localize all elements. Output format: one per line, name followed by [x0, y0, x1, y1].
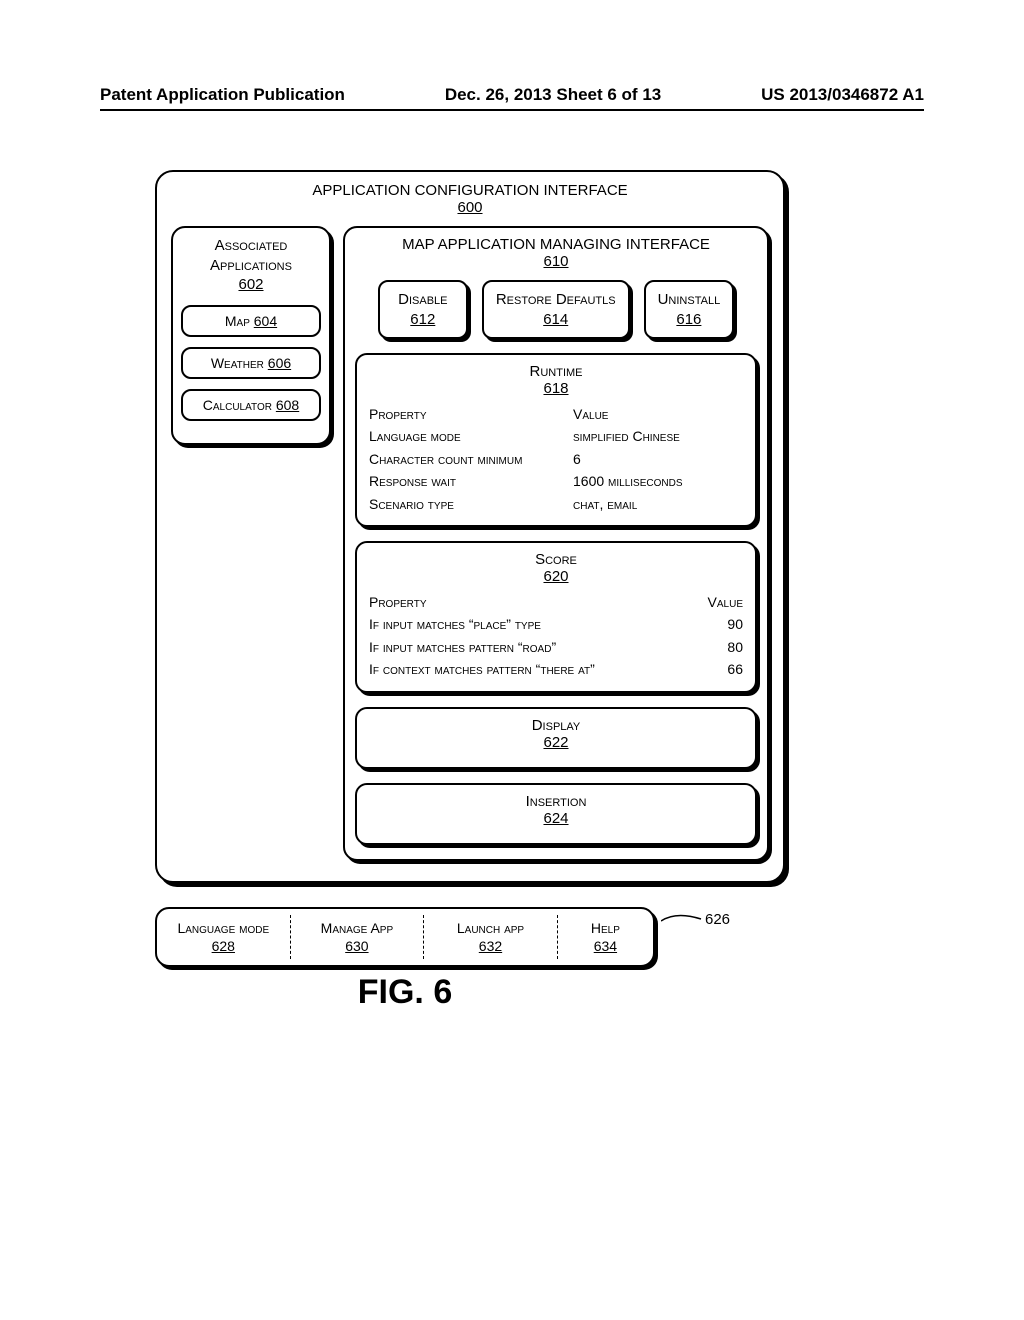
sidebar-item-ref: 604: [254, 313, 277, 329]
runtime-prop: Language mode: [369, 425, 573, 447]
uninstall-button[interactable]: Uninstall 616: [644, 280, 735, 339]
sidebar-title-text: Associated Applications: [210, 237, 292, 274]
input-item-language-mode[interactable]: Language mode 628: [157, 909, 290, 965]
sidebar-title: Associated Applications 602: [181, 236, 321, 295]
input-item-launch-app[interactable]: Launch app 632: [424, 909, 557, 965]
runtime-val: 1600 milliseconds: [573, 470, 743, 492]
insertion-title-text: Insertion: [526, 793, 587, 810]
runtime-prop: Character count minimum: [369, 448, 573, 470]
runtime-title-text: Runtime: [530, 363, 583, 380]
score-header-prop: Property: [369, 591, 693, 613]
runtime-row: Response wait 1600 milliseconds: [369, 470, 743, 492]
score-header-val: Value: [693, 591, 743, 613]
sidebar-item-ref: 606: [268, 355, 291, 371]
button-label: Restore Defautls: [496, 291, 616, 308]
action-buttons-row: Disable 612 Restore Defautls 614 Uninsta…: [355, 280, 757, 339]
score-val: 80: [693, 636, 743, 658]
runtime-val: simplified Chinese: [573, 425, 743, 447]
associated-apps-panel: Associated Applications 602 Map 604 Weat…: [171, 226, 331, 445]
score-val: 90: [693, 613, 743, 635]
runtime-val: chat, email: [573, 493, 743, 515]
input-item-help[interactable]: Help 634: [558, 909, 653, 965]
runtime-row: Language mode simplified Chinese: [369, 425, 743, 447]
app-config-interface: APPLICATION CONFIGURATION INTERFACE 600 …: [155, 170, 785, 883]
score-prop: If input matches pattern “road”: [369, 636, 693, 658]
score-prop: If input matches “place” type: [369, 613, 693, 635]
runtime-prop: Response wait: [369, 470, 573, 492]
figure-area: APPLICATION CONFIGURATION INTERFACE 600 …: [155, 170, 785, 1012]
input-item-ref: 630: [345, 938, 368, 954]
score-val: 66: [693, 658, 743, 680]
sidebar-item-label: Map: [225, 313, 250, 329]
display-panel: Display 622: [355, 707, 757, 769]
insertion-panel: Insertion 624: [355, 783, 757, 845]
header-left: Patent Application Publication: [100, 85, 345, 105]
button-label: Disable: [398, 291, 447, 308]
input-item-label: Launch app: [457, 920, 524, 936]
score-title-text: Score: [535, 551, 577, 568]
score-prop: If context matches pattern “there at”: [369, 658, 693, 680]
input-panel-ref: 626: [705, 911, 730, 928]
display-title-text: Display: [532, 717, 581, 734]
button-label: Uninstall: [658, 291, 721, 308]
page-header: Patent Application Publication Dec. 26, …: [100, 85, 924, 111]
sidebar-item-ref: 608: [276, 397, 299, 413]
sidebar-ref: 602: [238, 276, 263, 293]
runtime-val: 6: [573, 448, 743, 470]
input-item-ref: 634: [594, 938, 617, 954]
input-item-label: Manage App: [321, 920, 393, 936]
input-item-ref: 632: [479, 938, 502, 954]
score-row: If context matches pattern “there at” 66: [369, 658, 743, 680]
insertion-ref: 624: [543, 810, 568, 827]
runtime-row: Character count minimum 6: [369, 448, 743, 470]
score-ref: 620: [543, 568, 568, 585]
restore-defaults-button[interactable]: Restore Defautls 614: [482, 280, 630, 339]
runtime-panel: Runtime 618 Property Value Language mode…: [355, 353, 757, 527]
input-panel: Language mode 628 Manage App 630 Launch …: [155, 907, 655, 967]
runtime-header-prop: Property: [369, 403, 573, 425]
button-ref: 616: [676, 311, 701, 328]
score-panel: Score 620 Property Value If input matche…: [355, 541, 757, 693]
sidebar-item-label: Weather: [211, 355, 264, 371]
button-ref: 614: [543, 311, 568, 328]
runtime-title: Runtime 618: [369, 363, 743, 397]
input-item-ref: 628: [212, 938, 235, 954]
score-row: If input matches “place” type 90: [369, 613, 743, 635]
button-ref: 612: [410, 311, 435, 328]
sidebar-item-map[interactable]: Map 604: [181, 305, 321, 337]
outer-title-text: APPLICATION CONFIGURATION INTERFACE: [312, 182, 627, 199]
outer-title: APPLICATION CONFIGURATION INTERFACE 600: [171, 182, 769, 216]
header-center: Dec. 26, 2013 Sheet 6 of 13: [445, 85, 661, 105]
outer-ref: 600: [457, 199, 482, 216]
runtime-prop: Scenario type: [369, 493, 573, 515]
figure-label: FIG. 6: [155, 973, 655, 1012]
sidebar-item-calculator[interactable]: Calculator 608: [181, 389, 321, 421]
score-header-row: Property Value: [369, 591, 743, 613]
sidebar-item-weather[interactable]: Weather 606: [181, 347, 321, 379]
runtime-row: Scenario type chat, email: [369, 493, 743, 515]
insertion-title: Insertion 624: [369, 793, 743, 827]
callout-leader: 626: [661, 911, 731, 931]
input-item-label: Language mode: [177, 920, 269, 936]
map-managing-interface: MAP APPLICATION MANAGING INTERFACE 610 D…: [343, 226, 769, 861]
input-item-label: Help: [591, 920, 620, 936]
runtime-ref: 618: [543, 380, 568, 397]
sidebar-item-label: Calculator: [203, 397, 272, 413]
score-title: Score 620: [369, 551, 743, 585]
managing-title-text: MAP APPLICATION MANAGING INTERFACE: [402, 236, 710, 253]
display-title: Display 622: [369, 717, 743, 751]
display-ref: 622: [543, 734, 568, 751]
disable-button[interactable]: Disable 612: [378, 280, 468, 339]
runtime-header-val: Value: [573, 403, 743, 425]
input-item-manage-app[interactable]: Manage App 630: [291, 909, 424, 965]
score-row: If input matches pattern “road” 80: [369, 636, 743, 658]
header-right: US 2013/0346872 A1: [761, 85, 924, 105]
managing-title: MAP APPLICATION MANAGING INTERFACE 610: [355, 236, 757, 270]
runtime-header-row: Property Value: [369, 403, 743, 425]
managing-ref: 610: [543, 253, 568, 270]
